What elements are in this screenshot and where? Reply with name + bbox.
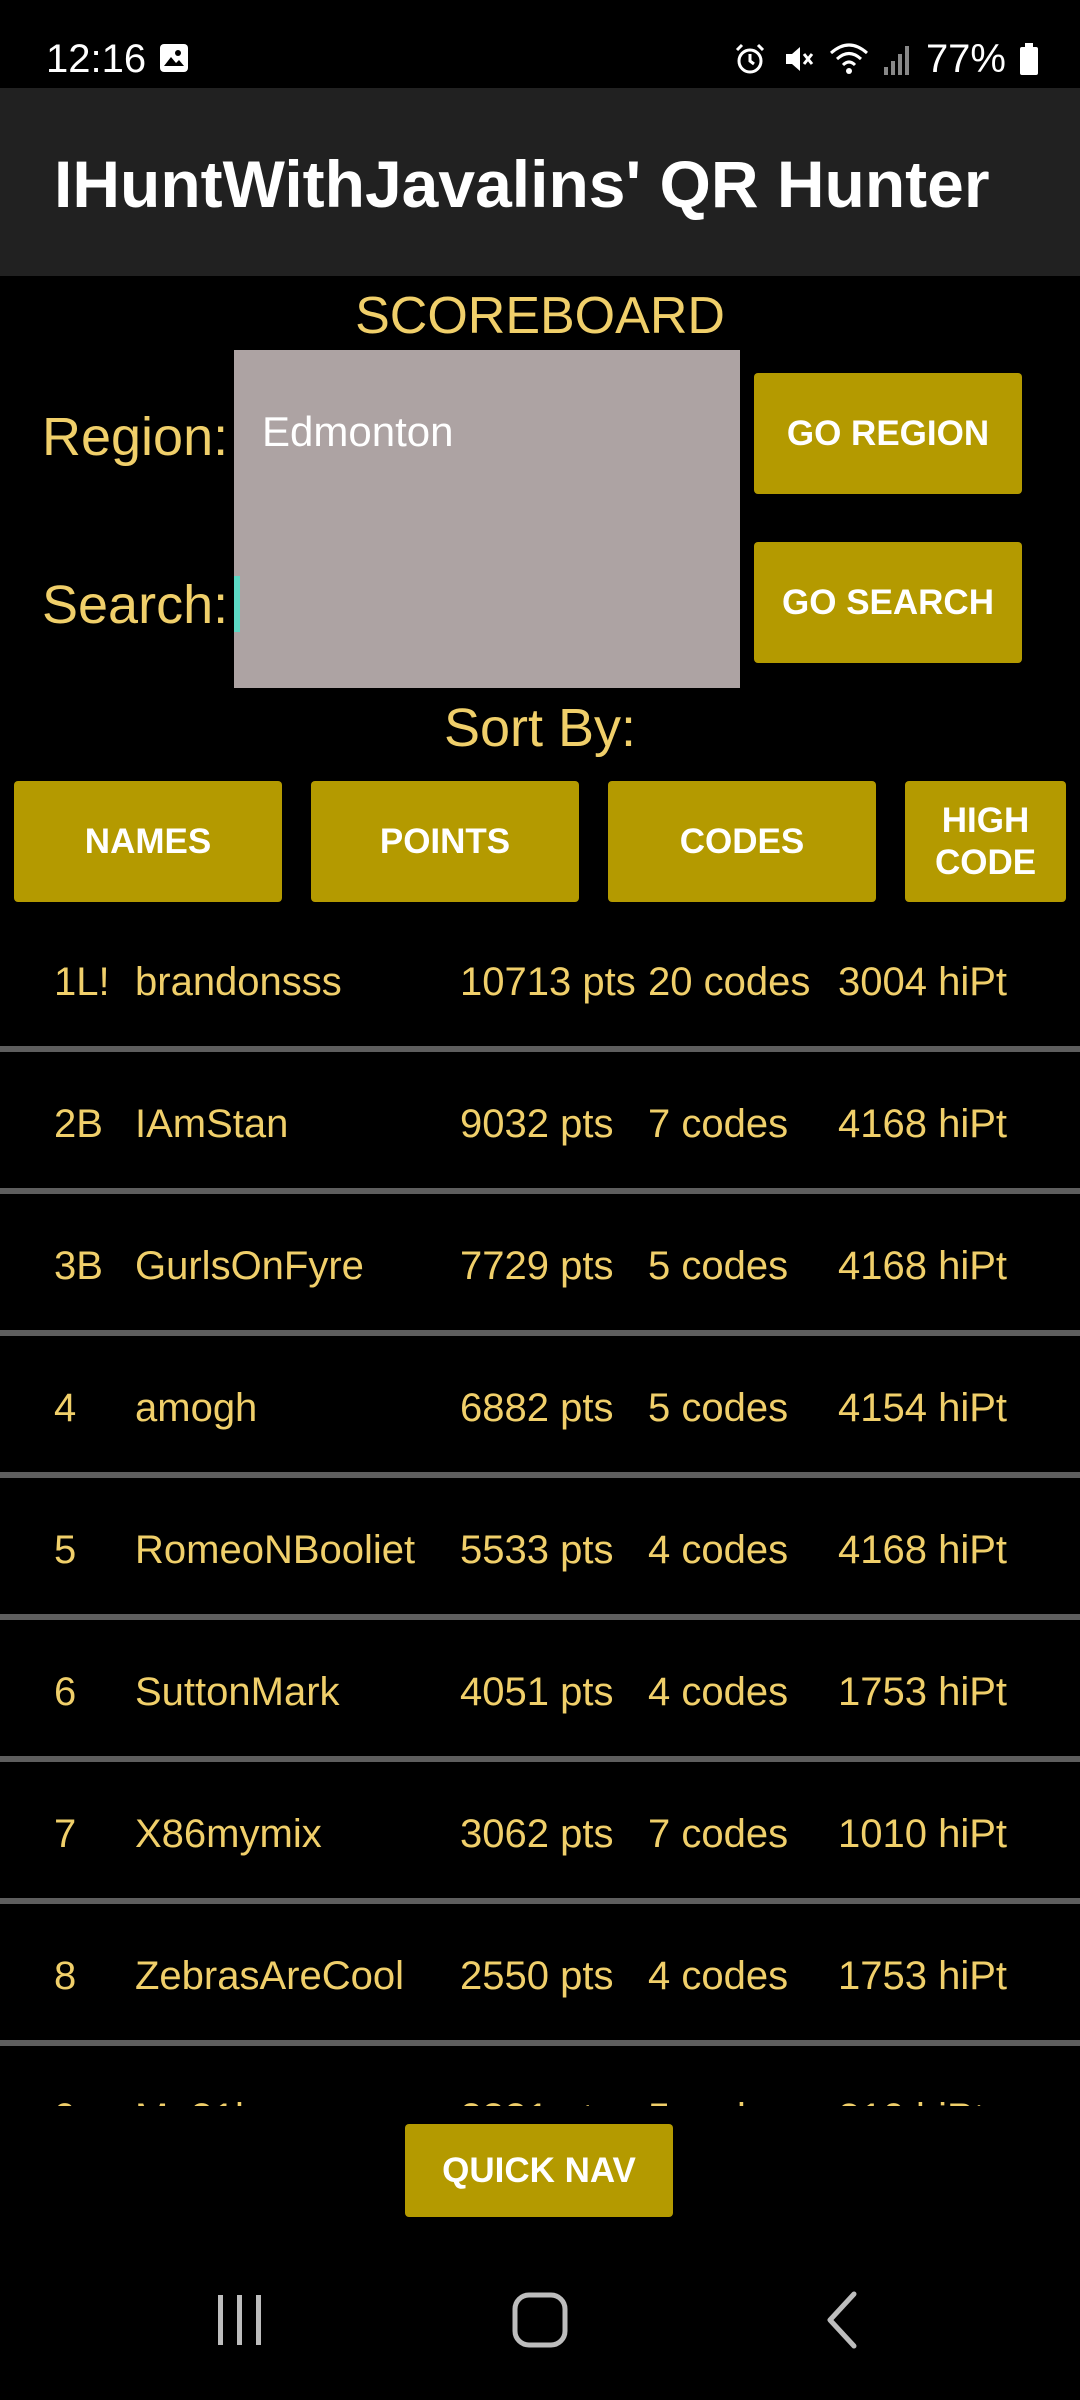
row-rank: 2B (54, 1102, 103, 1146)
row-rank: 7 (54, 1812, 77, 1856)
home-icon (512, 2292, 568, 2348)
row-name: SuttonMark (135, 1670, 340, 1714)
go-search-button[interactable]: GO SEARCH (754, 542, 1022, 663)
status-time: 12:16 (46, 37, 147, 81)
row-points: 9032 pts (460, 1102, 614, 1146)
battery-percent: 77% (925, 37, 1006, 81)
row-rank: 9 (54, 2094, 76, 2106)
search-label: Search: (42, 575, 229, 635)
row-codes: 5 codes (648, 1244, 789, 1288)
back-button[interactable] (784, 2280, 904, 2360)
recent-apps-button[interactable] (180, 2280, 300, 2360)
status-icons: 77% (732, 34, 1040, 84)
row-points: 7729 pts (460, 1244, 614, 1288)
row-name: brandonsss (135, 960, 342, 1004)
row-name: IAmStan (135, 1102, 289, 1146)
table-row[interactable]: 7 X86mymix 3062 pts 7 codes 1010 hiPt (0, 1762, 1080, 1904)
row-high-points: 1010 hiPt (838, 1812, 1008, 1856)
table-row[interactable]: 3B GurlsOnFyre 7729 pts 5 codes 4168 hiP… (0, 1194, 1080, 1336)
row-points: 2331 pts (460, 2094, 613, 2106)
input-panel: Edmonton (234, 350, 740, 688)
status-bar: 12:16 77% (0, 0, 1080, 88)
row-codes: 4 codes (648, 1954, 789, 1998)
row-high-points: 4168 hiPt (838, 1102, 1008, 1146)
table-row[interactable]: 4 amogh 6882 pts 5 codes 4154 hiPt (0, 1336, 1080, 1478)
row-high-points: 1753 hiPt (838, 1954, 1008, 1998)
sort-names-button[interactable]: NAMES (14, 781, 282, 902)
row-high-points: 3004 hiPt (838, 960, 1008, 1004)
system-nav-bar (0, 2240, 1080, 2400)
row-codes: 7 codes (648, 1812, 789, 1856)
sort-by-label: Sort By: (443, 698, 637, 758)
row-name: amogh (135, 1386, 258, 1430)
row-points: 2550 pts (460, 1954, 614, 1998)
row-name: GurlsOnFyre (135, 1244, 364, 1288)
mute-icon (780, 41, 816, 77)
scoreboard-list[interactable]: 1L! brandonsss 10713 pts 20 codes 3004 h… (0, 910, 1080, 2106)
row-name: X86mymix (135, 1812, 322, 1856)
row-name: RomeoNBooliet (135, 1528, 416, 1572)
row-high-points: 810 hiPt (838, 2094, 985, 2106)
table-row[interactable]: 8 ZebrasAreCool 2550 pts 4 codes 1753 hi… (0, 1904, 1080, 2046)
text-cursor (234, 576, 240, 632)
row-rank: 1L! (54, 960, 110, 1004)
wifi-icon (828, 41, 870, 77)
table-row[interactable]: 5 RomeoNBooliet 5533 pts 4 codes 4168 hi… (0, 1478, 1080, 1620)
row-rank: 8 (54, 1954, 77, 1998)
table-row[interactable]: 9 Mo31b 2331 pts 5 codes 810 hiPt (0, 2046, 1080, 2106)
sort-high-code-button[interactable]: HIGH CODE (905, 781, 1066, 902)
go-region-button[interactable]: GO REGION (754, 373, 1022, 494)
row-codes: 20 codes (648, 960, 811, 1004)
row-high-points: 4168 hiPt (838, 1244, 1008, 1288)
row-codes: 5 codes (648, 2094, 788, 2106)
row-high-points: 4154 hiPt (838, 1386, 1008, 1430)
row-codes: 7 codes (648, 1102, 789, 1146)
quick-nav-button[interactable]: QUICK NAV (405, 2124, 673, 2217)
search-input[interactable] (234, 550, 740, 670)
row-points: 10713 pts (460, 960, 636, 1004)
row-rank: 4 (54, 1386, 77, 1430)
sort-points-button[interactable]: POINTS (311, 781, 579, 902)
gallery-icon (158, 42, 190, 74)
region-input[interactable]: Edmonton (262, 406, 453, 458)
row-rank: 5 (54, 1528, 77, 1572)
row-points: 6882 pts (460, 1386, 614, 1430)
table-row[interactable]: 2B IAmStan 9032 pts 7 codes 4168 hiPt (0, 1052, 1080, 1194)
back-icon (827, 2291, 857, 2349)
row-rank: 3B (54, 1244, 103, 1288)
signal-icon (882, 41, 914, 77)
table-row[interactable]: 6 SuttonMark 4051 pts 4 codes 1753 hiPt (0, 1620, 1080, 1762)
table-row[interactable]: 1L! brandonsss 10713 pts 20 codes 3004 h… (0, 910, 1080, 1052)
row-points: 5533 pts (460, 1528, 614, 1572)
sort-codes-button[interactable]: CODES (608, 781, 876, 902)
home-button[interactable] (480, 2280, 600, 2360)
row-rank: 6 (54, 1670, 77, 1714)
region-label: Region: (42, 407, 229, 467)
alarm-icon (732, 41, 768, 77)
row-points: 4051 pts (460, 1670, 614, 1714)
row-name: ZebrasAreCool (135, 1954, 405, 1998)
row-points: 3062 pts (460, 1812, 614, 1856)
row-codes: 4 codes (648, 1670, 789, 1714)
row-name: Mo31b (135, 2094, 257, 2106)
row-high-points: 4168 hiPt (838, 1528, 1008, 1572)
row-codes: 5 codes (648, 1386, 789, 1430)
app-bar: IHuntWithJavalins' QR Hunter (0, 88, 1080, 276)
recent-apps-icon (218, 2295, 261, 2345)
app-title: IHuntWithJavalins' QR Hunter (54, 147, 990, 221)
row-codes: 4 codes (648, 1528, 789, 1572)
row-high-points: 1753 hiPt (838, 1670, 1008, 1714)
scoreboard-title: SCOREBOARD (355, 287, 725, 345)
battery-icon (1018, 41, 1040, 77)
